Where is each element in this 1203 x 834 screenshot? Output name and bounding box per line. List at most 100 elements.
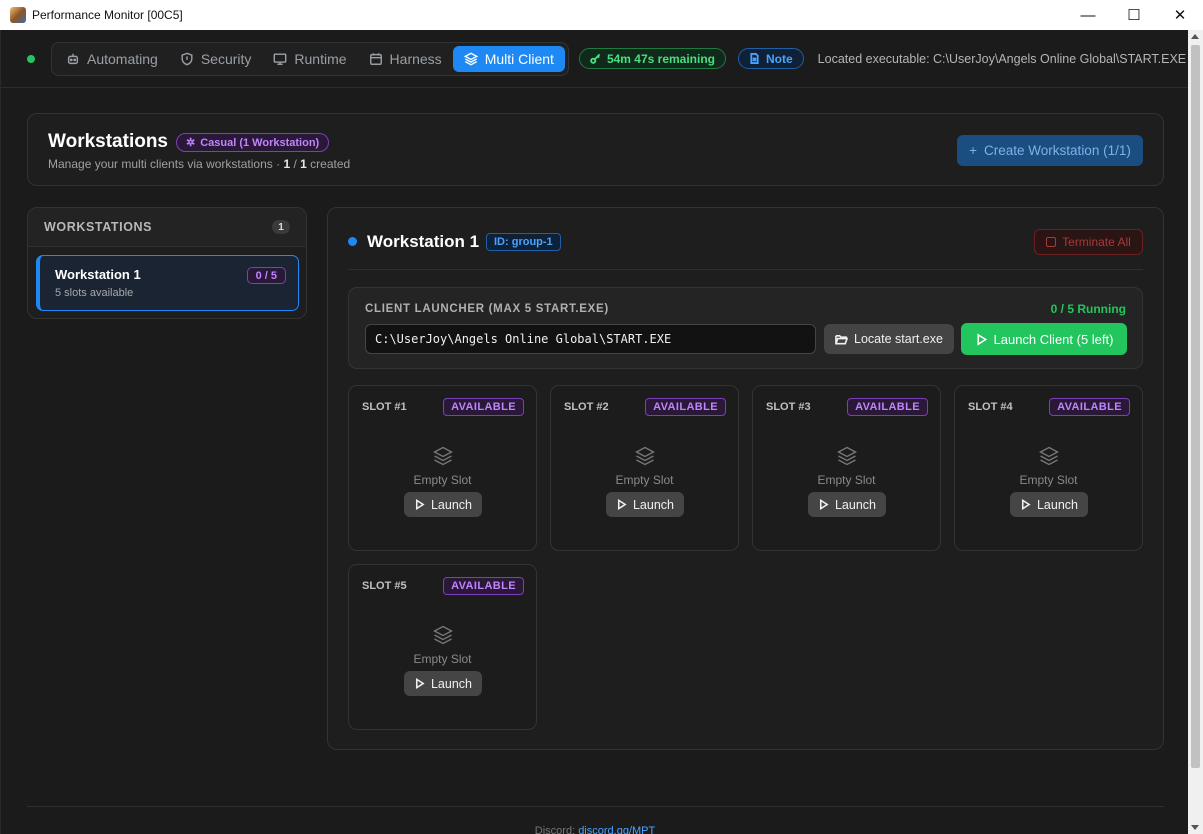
tab-bar: Automating Security Runtime Harness Mult… bbox=[51, 41, 569, 76]
create-workstation-label: Create Workstation (1/1) bbox=[984, 143, 1131, 158]
scroll-down-icon[interactable] bbox=[1191, 825, 1199, 830]
launch-client-label: Launch Client (5 left) bbox=[993, 331, 1114, 347]
tab-label: Automating bbox=[87, 50, 158, 67]
create-workstation-button[interactable]: + Create Workstation (1/1) bbox=[957, 135, 1143, 166]
tier-badge: ✲ Casual (1 Workstation) bbox=[176, 133, 330, 152]
slot-card-3: SLOT #3 AVAILABLE Empty Slot Launch bbox=[752, 385, 941, 551]
folder-open-icon bbox=[835, 334, 849, 344]
slot-status-badge: AVAILABLE bbox=[1049, 398, 1130, 416]
tab-security[interactable]: Security bbox=[169, 46, 263, 72]
workstation-item-slots: 5 slots available bbox=[55, 287, 134, 299]
client-launcher-label: CLIENT LAUNCHER (MAX 5 START.EXE) bbox=[365, 303, 609, 315]
maximize-button[interactable]: ☐ bbox=[1111, 0, 1157, 30]
slot-launch-button[interactable]: Launch bbox=[808, 492, 886, 517]
slot-launch-label: Launch bbox=[430, 676, 472, 691]
scroll-up-icon[interactable] bbox=[1191, 34, 1199, 39]
slot-card-4: SLOT #4 AVAILABLE Empty Slot Launch bbox=[954, 385, 1143, 551]
slot-launch-button[interactable]: Launch bbox=[404, 671, 482, 696]
tab-label: Harness bbox=[389, 50, 442, 67]
play-icon bbox=[976, 332, 987, 346]
play-icon bbox=[1021, 499, 1031, 510]
close-button[interactable]: ✕ bbox=[1157, 0, 1203, 30]
slot-card-5: SLOT #5 AVAILABLE Empty Slot Launch bbox=[348, 564, 537, 730]
empty-slot-text: Empty Slot bbox=[817, 473, 876, 487]
app-content: Automating Security Runtime Harness Mult… bbox=[0, 30, 1189, 834]
workstation-id-badge: ID: group-1 bbox=[486, 233, 561, 251]
page-subtitle: Manage your multi clients via workstatio… bbox=[48, 157, 350, 171]
slot-launch-button[interactable]: Launch bbox=[606, 492, 684, 517]
footer-text: Discord: discord.gg/MPT bbox=[1, 825, 1189, 834]
footer-prefix: Discord: bbox=[534, 825, 579, 834]
executable-path-input[interactable]: C:\UserJoy\Angels Online Global\START.EX… bbox=[365, 324, 816, 354]
workstation-panel: Workstation 1 ID: group-1 Terminate All … bbox=[327, 207, 1164, 750]
sidebar-header: WORKSTATIONS 1 bbox=[28, 208, 306, 247]
connection-status-indicator bbox=[27, 54, 35, 63]
slot-launch-label: Launch bbox=[632, 497, 674, 512]
layers-icon bbox=[463, 52, 478, 65]
window-scrollbar[interactable] bbox=[1188, 30, 1203, 834]
sparkle-icon: ✲ bbox=[186, 137, 196, 149]
slot-launch-button[interactable]: Launch bbox=[1010, 492, 1088, 517]
tab-harness[interactable]: Harness bbox=[358, 46, 453, 72]
sidebar-item-workstation-1[interactable]: Workstation 1 5 slots available 0 / 5 bbox=[36, 255, 299, 311]
time-remaining-badge: 54m 47s remaining bbox=[578, 48, 726, 69]
minimize-button[interactable]: — bbox=[1065, 0, 1111, 30]
play-icon bbox=[617, 499, 627, 510]
slot-launch-label: Launch bbox=[430, 497, 472, 512]
workstation-status-dot bbox=[348, 237, 357, 246]
slot-status-badge: AVAILABLE bbox=[645, 398, 726, 416]
running-count: 0 / 5 Running bbox=[1050, 302, 1126, 316]
created-max: 1 bbox=[300, 157, 307, 171]
document-icon bbox=[750, 53, 759, 64]
slot-launch-label: Launch bbox=[1036, 497, 1078, 512]
top-navigation: Automating Security Runtime Harness Mult… bbox=[1, 30, 1189, 88]
slot-label: SLOT #4 bbox=[968, 401, 1013, 413]
slot-status-badge: AVAILABLE bbox=[443, 577, 524, 595]
discord-link[interactable]: discord.gg/MPT bbox=[578, 825, 655, 834]
tab-label: Runtime bbox=[294, 50, 347, 67]
shield-icon bbox=[181, 52, 193, 65]
located-executable-text: Located executable: C:\UserJoy\Angels On… bbox=[817, 51, 1187, 66]
footer-divider bbox=[27, 806, 1164, 807]
slot-label: SLOT #1 bbox=[362, 401, 407, 413]
tab-multi-client[interactable]: Multi Client bbox=[452, 45, 565, 72]
slot-label: SLOT #3 bbox=[766, 401, 811, 413]
play-icon bbox=[415, 678, 425, 689]
workstation-title: Workstation 1 bbox=[367, 232, 480, 251]
stop-icon bbox=[1046, 237, 1057, 247]
empty-slot-text: Empty Slot bbox=[413, 473, 472, 487]
plus-icon: + bbox=[969, 143, 978, 158]
time-remaining-text: 54m 47s remaining bbox=[606, 51, 715, 66]
scrollbar-thumb[interactable] bbox=[1191, 45, 1200, 768]
note-label: Note bbox=[766, 51, 793, 66]
slot-card-2: SLOT #2 AVAILABLE Empty Slot Launch bbox=[550, 385, 739, 551]
note-button[interactable]: Note bbox=[738, 48, 804, 69]
terminate-all-button[interactable]: Terminate All bbox=[1034, 229, 1143, 255]
window-titlebar: Performance Monitor [00C5] — ☐ ✕ bbox=[0, 0, 1203, 30]
tab-runtime[interactable]: Runtime bbox=[262, 46, 357, 72]
page-title: Workstations bbox=[48, 131, 169, 152]
tier-badge-label: Casual (1 Workstation) bbox=[200, 136, 320, 149]
slot-status-badge: AVAILABLE bbox=[847, 398, 928, 416]
created-separator: / bbox=[290, 157, 301, 171]
empty-slot-text: Empty Slot bbox=[413, 652, 472, 666]
calendar-icon bbox=[369, 52, 382, 65]
workstation-count-badge: 1 bbox=[272, 220, 290, 234]
slot-launch-button[interactable]: Launch bbox=[404, 492, 482, 517]
workstations-header-card: Workstations ✲ Casual (1 Workstation) Ma… bbox=[27, 113, 1164, 186]
slot-status-badge: AVAILABLE bbox=[443, 398, 524, 416]
locate-exe-label: Locate start.exe bbox=[854, 332, 943, 346]
slot-card-1: SLOT #1 AVAILABLE Empty Slot Launch bbox=[348, 385, 537, 551]
robot-icon bbox=[67, 53, 79, 64]
slot-label: SLOT #5 bbox=[362, 580, 407, 592]
slot-launch-label: Launch bbox=[834, 497, 876, 512]
key-icon bbox=[590, 53, 601, 64]
tab-automating[interactable]: Automating bbox=[55, 46, 169, 72]
layers-icon bbox=[432, 624, 454, 646]
launch-client-button[interactable]: Launch Client (5 left) bbox=[961, 323, 1127, 355]
locate-exe-button[interactable]: Locate start.exe bbox=[824, 324, 954, 354]
workstation-item-name: Workstation 1 bbox=[55, 267, 141, 282]
panel-divider bbox=[348, 269, 1143, 270]
play-icon bbox=[415, 499, 425, 510]
empty-slot-text: Empty Slot bbox=[615, 473, 674, 487]
